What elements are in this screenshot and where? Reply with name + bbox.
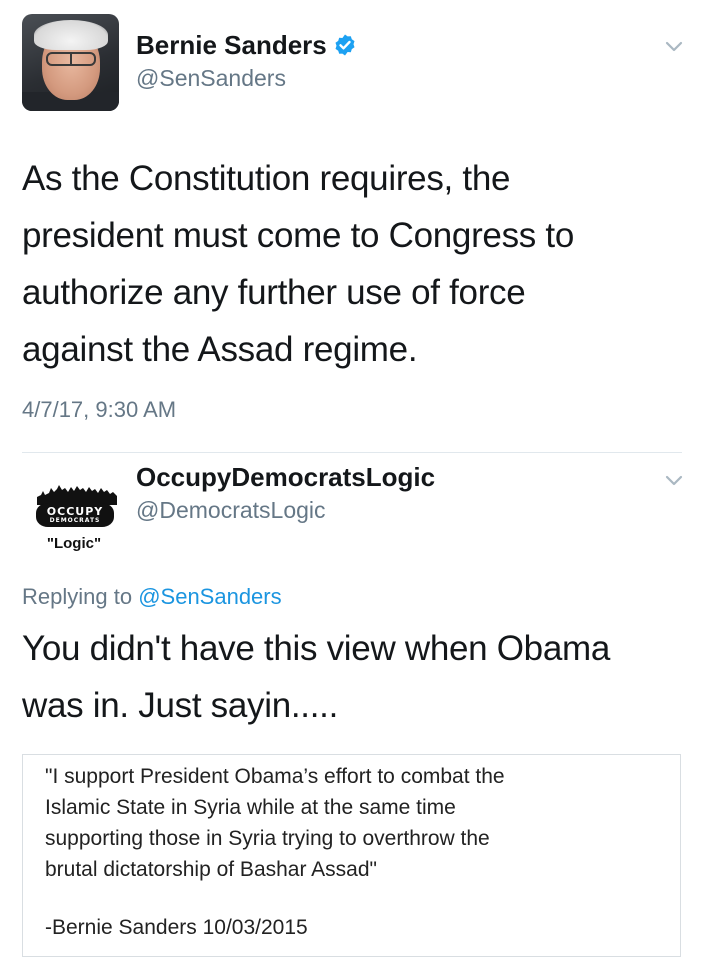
avatar-occupy-democrats-logic[interactable]: OCCUPY DEMOCRATS "Logic"	[22, 467, 119, 564]
quote-text: "I support President Obama’s effort to c…	[45, 761, 665, 885]
tweet-text-line: against the Assad regime.	[22, 330, 418, 369]
tweet-text-line: As the Constitution requires, the	[22, 159, 511, 198]
chevron-down-icon[interactable]	[664, 40, 684, 54]
replying-to: Replying to @SenSanders	[22, 584, 282, 610]
tweet-text-line: president must come to Congress to	[22, 216, 575, 255]
verified-badge-icon	[335, 34, 355, 56]
attached-quote-image[interactable]: "I support President Obama’s effort to c…	[22, 754, 681, 957]
quote-line: "I support President Obama’s effort to c…	[45, 765, 505, 788]
tweet-text-line: authorize any further use of force	[22, 273, 526, 312]
avatar-hair	[34, 20, 108, 50]
tweet-democratslogic[interactable]: OCCUPY DEMOCRATS "Logic" OccupyDemocrats…	[0, 453, 704, 960]
avatar-glasses	[46, 52, 96, 66]
author-handle[interactable]: @DemocratsLogic	[136, 497, 326, 524]
tweet-text-line: was in. Just sayin.....	[22, 686, 338, 725]
quote-line: supporting those in Syria trying to over…	[45, 827, 490, 850]
chevron-down-icon[interactable]	[664, 474, 684, 488]
quote-line: Islamic State in Syria while at the same…	[45, 796, 456, 819]
logo-subword: DEMOCRATS	[49, 517, 101, 524]
crowd-silhouette-icon	[37, 485, 117, 505]
logo-caption: "Logic"	[46, 535, 102, 552]
tweet-text-line: You didn't have this view when Obama	[22, 629, 611, 668]
author-name[interactable]: Bernie Sanders	[136, 30, 357, 61]
author-handle[interactable]: @SenSanders	[136, 65, 286, 92]
quote-attribution: -Bernie Sanders 10/03/2015	[45, 916, 308, 939]
replying-mention-link[interactable]: @SenSanders	[138, 584, 281, 609]
author-name-text[interactable]: Bernie Sanders	[136, 30, 327, 60]
author-name[interactable]: OccupyDemocratsLogic	[136, 462, 435, 493]
avatar-bernie-sanders[interactable]	[22, 14, 119, 111]
tweet-text: As the Constitution requires, the presid…	[22, 150, 682, 378]
tweet-timestamp[interactable]: 4/7/17, 9:30 AM	[22, 397, 176, 423]
tweet-sensanders[interactable]: Bernie Sanders @SenSanders As the Consti…	[0, 0, 704, 452]
logo-word: OCCUPY	[46, 505, 104, 518]
tweet-text: You didn't have this view when Obama was…	[22, 620, 682, 734]
replying-prefix: Replying to	[22, 584, 133, 609]
quote-line: brutal dictatorship of Bashar Assad"	[45, 858, 377, 881]
occupy-democrats-logo: OCCUPY DEMOCRATS	[36, 503, 114, 527]
